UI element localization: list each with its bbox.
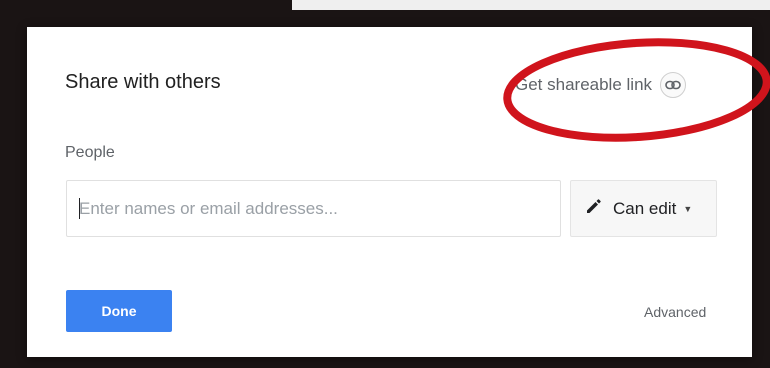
people-label: People bbox=[65, 144, 115, 161]
done-button[interactable]: Done bbox=[66, 290, 172, 332]
get-shareable-link-button[interactable]: Get shareable link bbox=[515, 70, 687, 100]
share-dialog: Share with others Get shareable link Peo… bbox=[27, 27, 770, 357]
recipients-input[interactable] bbox=[66, 180, 561, 237]
dialog-title: Share with others bbox=[65, 71, 221, 93]
get-shareable-link-label: Get shareable link bbox=[515, 75, 653, 94]
permission-label: Can edit bbox=[613, 198, 677, 218]
backdrop-top-strip bbox=[292, 0, 770, 10]
text-caret bbox=[79, 198, 80, 219]
link-icon bbox=[660, 72, 687, 98]
advanced-link[interactable]: Advanced bbox=[644, 304, 706, 320]
chevron-down-icon: ▼ bbox=[683, 203, 693, 214]
pencil-icon bbox=[585, 197, 603, 220]
permission-dropdown[interactable]: Can edit ▼ bbox=[570, 180, 717, 237]
